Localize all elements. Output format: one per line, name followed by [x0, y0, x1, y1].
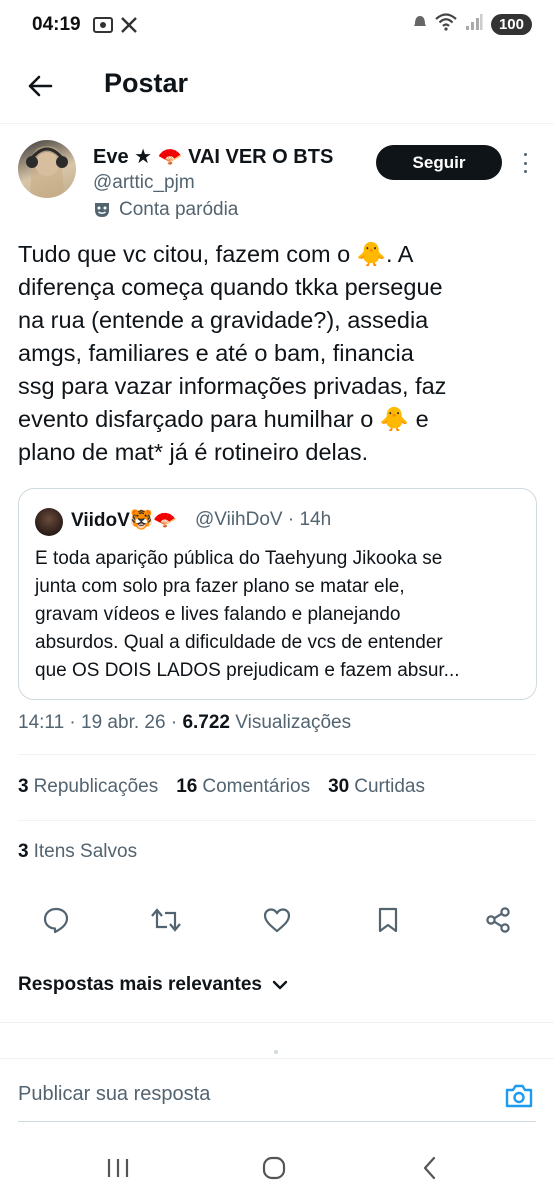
quote-text-line: gravam vídeos e lives falando e planejan… [35, 604, 401, 625]
alarm-icon [413, 14, 427, 35]
home-icon[interactable] [258, 1154, 290, 1182]
reply-composer [0, 1058, 554, 1134]
likes-stat[interactable]: 30 Curtidas [328, 776, 425, 798]
camera-icon[interactable] [502, 1081, 536, 1111]
page-header: Postar [0, 52, 554, 124]
post-text-line: ssg para vazar informações privadas, faz [18, 373, 447, 399]
repost-icon[interactable] [148, 902, 184, 938]
quote-text-line: junta com solo pra fazer plano se matar … [35, 576, 405, 597]
saved-label: Itens Salvos [33, 841, 138, 862]
share-icon[interactable] [480, 902, 516, 938]
back-button[interactable] [20, 66, 60, 106]
divider [0, 1022, 554, 1023]
like-icon[interactable] [259, 902, 295, 938]
page-title: Postar [104, 68, 189, 98]
comments-count: 16 [176, 776, 198, 797]
x-logo-icon [120, 16, 138, 39]
author-handle[interactable]: @arttic_pjm [93, 172, 195, 194]
status-bar: 04:19 100 [0, 0, 554, 52]
post-text-line: diferença começa quando tkka persegue [18, 274, 443, 300]
post-text: Tudo que vc citou, fazem com o 🐥. A dife… [18, 238, 538, 469]
reposts-label: Republicações [33, 776, 159, 797]
quote-text-line: que OS DOIS LADOS prejudicam e fazem abs… [35, 660, 460, 681]
arrow-left-icon [28, 75, 53, 97]
screenshot-icon [92, 15, 114, 40]
reposts-stat[interactable]: 3 Republicações [18, 776, 158, 798]
signal-icon [465, 13, 483, 36]
bookmark-icon[interactable] [370, 902, 406, 938]
system-navbar [0, 1134, 554, 1200]
reply-input[interactable] [18, 1083, 458, 1106]
quote-text-line: E toda aparição pública do Taehyung Jiko… [35, 548, 443, 569]
post-meta: 14:11 · 19 abr. 26 · 6.722 Visualizações [18, 712, 351, 734]
reply-icon[interactable] [38, 902, 74, 938]
recent-apps-icon[interactable] [102, 1154, 134, 1182]
follow-button[interactable]: Seguir [376, 145, 502, 180]
replies-sort-dropdown[interactable]: Respostas mais relevantes [18, 974, 288, 996]
quote-handle-time: @ViihDoV · 14h [195, 509, 332, 530]
comments-stat[interactable]: 16 Comentários [176, 776, 310, 798]
post-text-line: na rua (entende a gravidade?), assedia [18, 307, 429, 333]
author-avatar[interactable] [18, 140, 76, 198]
divider [18, 754, 536, 755]
engagement-stats: 3 Republicações 16 Comentários 30 Curtidas [18, 776, 425, 798]
quote-text: E toda aparição pública do Taehyung Jiko… [35, 545, 531, 685]
divider [18, 820, 536, 821]
views-label: Visualizações [229, 712, 352, 733]
reply-underline [18, 1121, 536, 1122]
action-bar [0, 902, 554, 938]
author-name[interactable]: Eve ★ 🪭 VAI VER O BTS [93, 144, 333, 169]
saved-stat[interactable]: 3 Itens Salvos [18, 841, 137, 863]
parody-badge: Conta paródia [93, 199, 238, 221]
quote-text-line: absurdos. Qual a dificuldade de vcs de e… [35, 632, 443, 653]
post-timestamp: 14:11 · 19 abr. 26 · [18, 712, 183, 733]
wifi-icon [435, 13, 457, 36]
quote-author-name: ViidoV🐯🪭 [71, 510, 178, 531]
status-time: 04:19 [32, 14, 81, 35]
post-text-line: Tudo que vc citou, fazem com o 🐥. A [18, 241, 414, 267]
quoted-post[interactable]: ViidoV🐯🪭 @ViihDoV · 14h E toda aparição … [18, 488, 537, 700]
status-icons-left [92, 15, 138, 40]
post-text-line: amgs, familiares e até o bam, financia [18, 340, 414, 366]
comments-label: Comentários [202, 776, 311, 797]
battery-indicator: 100 [490, 14, 532, 35]
mask-icon [95, 203, 109, 217]
nav-back-icon[interactable] [414, 1154, 446, 1182]
likes-count: 30 [328, 776, 350, 797]
sort-label: Respostas mais relevantes [18, 974, 262, 995]
likes-label: Curtidas [354, 776, 425, 797]
parody-label: Conta paródia [119, 199, 239, 220]
status-icons-right: 100 [413, 13, 532, 36]
reposts-count: 3 [18, 776, 29, 797]
more-options-icon[interactable] [518, 150, 532, 176]
views-count: 6.722 [182, 712, 230, 733]
post-text-line: plano de mat* já é rotineiro delas. [18, 439, 369, 465]
saved-count: 3 [18, 841, 29, 862]
quote-avatar [35, 508, 63, 536]
chevron-down-icon [272, 980, 288, 990]
post-text-line: evento disfarçado para humilhar o 🐥 e [18, 406, 429, 432]
drag-handle[interactable] [274, 1050, 278, 1054]
